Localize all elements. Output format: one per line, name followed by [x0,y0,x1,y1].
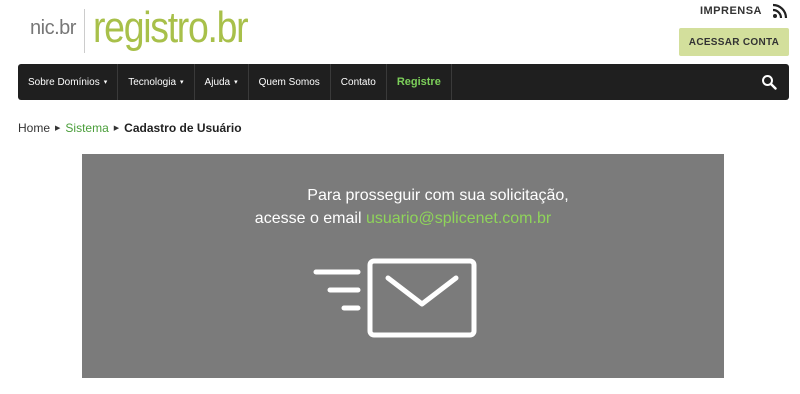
breadcrumb-separator-icon: ▶ [55,125,61,132]
email-sent-icon [313,258,477,338]
nav-item-quem-somos[interactable]: Quem Somos [249,64,331,100]
message-line-2: acesse o email usuario@splicenet.com.br [82,207,724,230]
breadcrumb: Home ▶ Sistema ▶ Cadastro de Usuário [18,121,242,135]
message-prefix: acesse o email [254,210,362,227]
rss-icon[interactable] [772,3,788,19]
logo-registro: registro.br [92,3,249,52]
nav-item-label: Registre [396,76,441,88]
nav-item-registre[interactable]: Registre [387,64,452,100]
breadcrumb-separator-icon: ▶ [113,125,120,132]
search-icon [762,75,777,90]
site-logo[interactable]: nic.br registro.br [30,6,274,56]
nav-item-label: Tecnologia [128,76,177,88]
nav-item-ajuda[interactable]: Ajuda ▾ [195,64,249,100]
logo-nic: nic.br [30,17,76,39]
email-address: usuario@splicenet.com.br [365,210,552,227]
confirmation-panel: Para prosseguir com sua solicitação, ace… [82,154,724,378]
site-header: nic.br registro.br IMPRENSA ACESSAR CONT… [0,0,800,62]
nav-item-tecnologia[interactable]: Tecnologia ▾ [118,64,195,100]
breadcrumb-sistema[interactable]: Sistema [65,121,108,135]
nav-item-label: Quem Somos [258,76,320,88]
acessar-conta-button[interactable]: ACESSAR CONTA [679,28,789,56]
nav-item-contato[interactable]: Contato [331,64,387,100]
main-nav: Sobre Domínios ▾ Tecnologia ▾ Ajuda ▾ Qu… [18,64,789,100]
nav-item-label: Sobre Domínios [28,76,100,88]
message-line-1: Para prosseguir com sua solicitação, [307,187,569,204]
imprensa-link[interactable]: IMPRENSA [700,5,762,17]
chevron-down-icon: ▾ [234,79,238,86]
nav-item-label: Contato [340,76,376,88]
chevron-down-icon: ▾ [180,79,184,86]
search-button[interactable] [749,64,789,100]
breadcrumb-current: Cadastro de Usuário [124,121,242,135]
nav-item-label: Ajuda [204,76,231,88]
confirmation-message: Para prosseguir com sua solicitação, ace… [82,184,724,230]
chevron-down-icon: ▾ [103,79,108,86]
nav-item-sobre-dominios[interactable]: Sobre Domínios ▾ [18,64,119,100]
breadcrumb-home[interactable]: Home [18,121,50,135]
logo-divider [83,9,85,53]
